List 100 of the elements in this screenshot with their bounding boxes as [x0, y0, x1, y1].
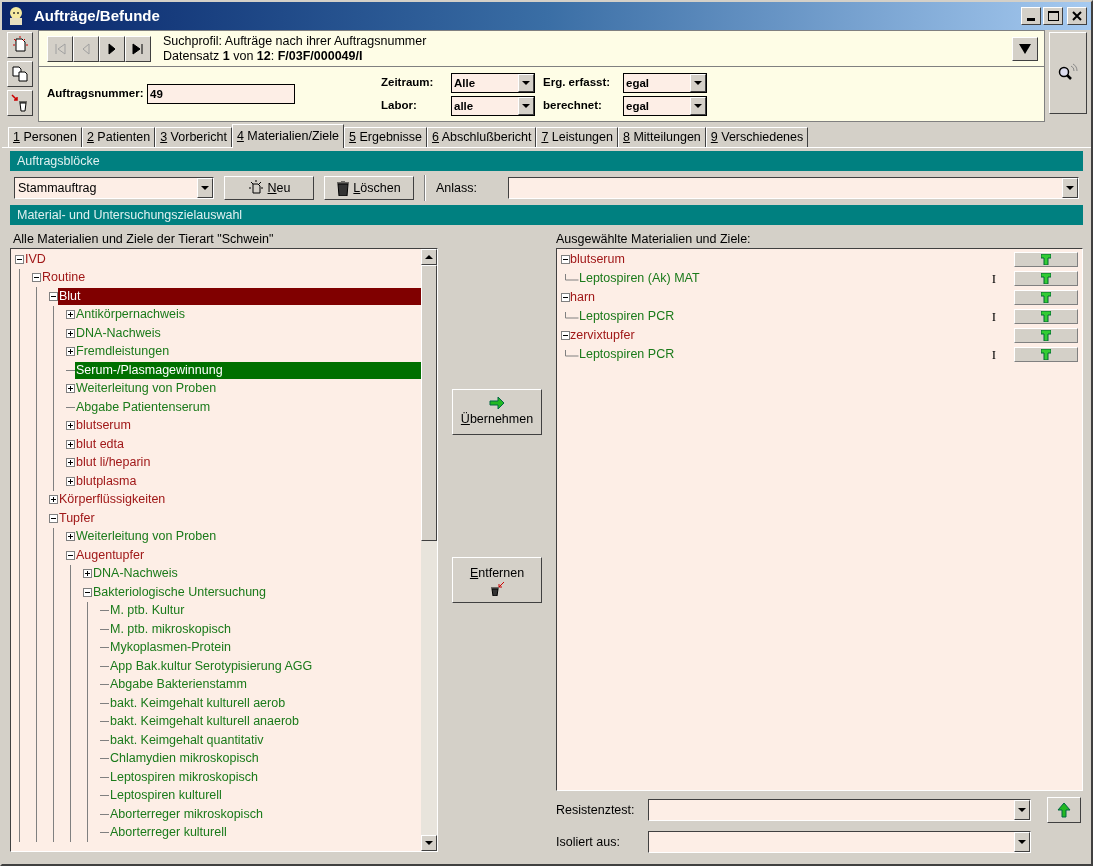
tree-item[interactable]: Bakteriologische Untersuchung	[92, 583, 268, 601]
maximize-icon	[1047, 11, 1059, 21]
maximize-button[interactable]	[1043, 7, 1063, 25]
tab[interactable]: 4 Materialien/Ziele	[231, 124, 345, 148]
collapse-icon[interactable]	[561, 255, 570, 264]
collapse-icon[interactable]	[83, 587, 92, 597]
collapse-icon[interactable]	[49, 291, 58, 301]
collapse-icon[interactable]	[561, 293, 570, 302]
up-arrow-button[interactable]	[1047, 797, 1081, 823]
collapse-icon[interactable]	[66, 550, 75, 560]
tree-item[interactable]: Chlamydien mikroskopisch	[109, 750, 260, 768]
test-button[interactable]	[1014, 328, 1078, 343]
expand-icon[interactable]	[66, 421, 75, 431]
close-button[interactable]	[1067, 7, 1087, 25]
tab[interactable]: 7 Leistungen	[536, 127, 618, 147]
new-button[interactable]: Neu	[224, 176, 314, 200]
tab[interactable]: 3 Vorbericht	[155, 127, 232, 147]
tree-item[interactable]: App Bak.kultur Serotypisierung AGG	[109, 657, 314, 675]
selected-item[interactable]: Leptospiren PCR	[579, 307, 992, 326]
tree-item[interactable]: Aborterreger kulturell	[109, 824, 228, 842]
test-button[interactable]	[1014, 347, 1078, 362]
tab[interactable]: 2 Patienten	[81, 127, 156, 147]
reason-select[interactable]	[508, 177, 1079, 199]
order-number-field[interactable]: 49	[147, 84, 295, 104]
tree-item[interactable]: Leptospiren mikroskopisch	[109, 768, 259, 786]
tree-item[interactable]: bakt. Keimgehalt quantitativ	[109, 731, 265, 749]
delete-button[interactable]: Löschen	[324, 176, 414, 200]
tree-item[interactable]: bakt. Keimgehalt kulturell aerob	[109, 694, 287, 712]
tree-item[interactable]: blut li/heparin	[75, 454, 152, 472]
tree-item[interactable]: blutserum	[75, 417, 132, 435]
search-button[interactable]	[1049, 32, 1087, 114]
collapse-icon[interactable]	[15, 254, 24, 264]
selected-item[interactable]: Leptospiren (Ak) MAT	[579, 269, 992, 288]
profile-dropdown-button[interactable]	[1012, 36, 1038, 61]
tab[interactable]: 8 Mitteilungen	[618, 127, 706, 147]
minimize-button[interactable]	[1021, 7, 1041, 25]
tree-item[interactable]: Routine	[41, 269, 87, 287]
selected-item[interactable]: harn	[570, 288, 1014, 307]
tab[interactable]: 9 Verschiedenes	[705, 127, 809, 147]
tree-line-icon	[565, 311, 579, 322]
expand-icon[interactable]	[66, 476, 75, 486]
next-record-button[interactable]	[99, 35, 125, 62]
last-record-button[interactable]	[125, 35, 151, 62]
block-select[interactable]: Stammauftrag	[14, 177, 214, 199]
tree-item[interactable]: Blut	[58, 287, 421, 305]
tree-item[interactable]: Abgabe Bakterienstamm	[109, 676, 248, 694]
expand-icon[interactable]	[66, 458, 75, 468]
add-button[interactable]: Übernehmen	[452, 389, 542, 435]
selected-item[interactable]: blutserum	[570, 250, 1014, 269]
tree-item[interactable]: Fremdleistungen	[75, 343, 171, 361]
tree-item[interactable]: blut edta	[75, 435, 125, 453]
filter-select[interactable]: alle	[451, 95, 535, 116]
tree-item[interactable]: Mykoplasmen-Protein	[109, 639, 232, 657]
selected-item[interactable]: Leptospiren PCR	[579, 345, 992, 364]
new-record-button[interactable]	[7, 32, 33, 58]
tree-item[interactable]: DNA-Nachweis	[75, 324, 162, 342]
tree-item[interactable]: Körperflüssigkeiten	[58, 491, 167, 509]
tree-item[interactable]: bakt. Keimgehalt kulturell anaerob	[109, 713, 300, 731]
expand-icon[interactable]	[66, 384, 75, 394]
expand-icon[interactable]	[49, 495, 58, 505]
expand-icon[interactable]	[66, 310, 75, 320]
tree-item[interactable]: IVD	[24, 250, 47, 268]
tree-item[interactable]: DNA-Nachweis	[92, 565, 179, 583]
remove-button[interactable]: Entfernen	[452, 557, 542, 603]
combo-field[interactable]	[648, 799, 1031, 821]
filter-select[interactable]: egal	[623, 72, 707, 93]
expand-icon[interactable]	[66, 532, 75, 542]
test-button[interactable]	[1014, 252, 1078, 267]
tree-item[interactable]: M. ptb. mikroskopisch	[109, 620, 232, 638]
expand-icon[interactable]	[66, 347, 75, 357]
tree-item[interactable]: M. ptb. Kultur	[109, 602, 186, 620]
filter-select[interactable]: Alle	[451, 72, 535, 93]
tab[interactable]: 6 Abschlußbericht	[427, 127, 537, 147]
tab[interactable]: 1 Personen	[8, 127, 82, 147]
expand-icon[interactable]	[66, 439, 75, 449]
tree-item[interactable]: Aborterreger mikroskopisch	[109, 805, 264, 823]
tree-item[interactable]: Abgabe Patientenserum	[75, 398, 212, 416]
collapse-icon[interactable]	[49, 513, 58, 523]
tree-item[interactable]: Serum-/Plasmagewinnung	[75, 361, 421, 379]
delete-record-button[interactable]	[7, 90, 33, 116]
tree-item[interactable]: Weiterleitung von Proben	[75, 528, 218, 546]
filter-select[interactable]: egal	[623, 95, 707, 116]
tree-item[interactable]: Augentupfer	[75, 546, 146, 564]
selected-item[interactable]: zervixtupfer	[570, 326, 1014, 345]
collapse-icon[interactable]	[32, 273, 41, 283]
expand-icon[interactable]	[66, 328, 75, 338]
scrollbar[interactable]	[421, 249, 437, 851]
combo-field[interactable]	[648, 831, 1031, 853]
tree-item[interactable]: Weiterleitung von Proben	[75, 380, 218, 398]
tree-item[interactable]: Leptospiren kulturell	[109, 787, 223, 805]
tree-item[interactable]: blutplasma	[75, 472, 138, 490]
test-button[interactable]	[1014, 290, 1078, 305]
collapse-icon[interactable]	[561, 331, 570, 340]
tab[interactable]: 5 Ergebnisse	[344, 127, 427, 147]
test-button[interactable]	[1014, 271, 1078, 286]
copy-record-button[interactable]	[7, 61, 33, 87]
expand-icon[interactable]	[83, 569, 92, 579]
test-button[interactable]	[1014, 309, 1078, 324]
tree-item[interactable]: Antikörpernachweis	[75, 306, 187, 324]
tree-item[interactable]: Tupfer	[58, 509, 96, 527]
